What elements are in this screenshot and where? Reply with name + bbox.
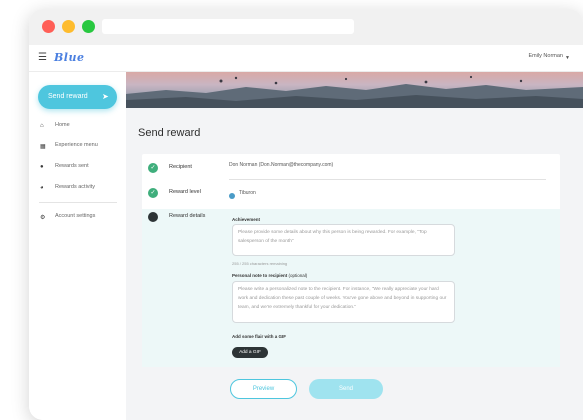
hamburger-menu-icon[interactable]: ☰ bbox=[38, 52, 47, 63]
note-title: Personal note to recipient (optional) bbox=[232, 273, 307, 278]
sidebar-item-rewards-sent[interactable]: ● Rewards sent bbox=[29, 162, 126, 176]
sidebar-item-label: Experience menu bbox=[55, 142, 98, 148]
current-step-icon bbox=[148, 212, 158, 222]
gif-section-title: Add some flair with a GIF bbox=[232, 334, 287, 339]
character-count: 255 / 255 characters remaining bbox=[232, 261, 288, 266]
app-header: ☰ Blue Emily Norman ▼ bbox=[29, 45, 583, 72]
sidebar-item-label: Home bbox=[55, 122, 70, 128]
brand-logo[interactable]: Blue bbox=[54, 51, 84, 64]
app-window: ☰ Blue Emily Norman ▼ Send reward ➤ ⌂ Ho… bbox=[29, 9, 583, 420]
achievement-input[interactable]: Please provide some details about why th… bbox=[232, 224, 455, 256]
optional-tag: (optional) bbox=[288, 273, 308, 278]
preview-button[interactable]: Preview bbox=[230, 379, 297, 399]
activity-icon: ◕ bbox=[40, 185, 44, 191]
sidebar-divider bbox=[39, 202, 117, 203]
close-window-button[interactable] bbox=[42, 20, 55, 33]
note-title-text: Personal note to recipient bbox=[232, 273, 288, 278]
sidebar: Send reward ➤ ⌂ Home ▦ Experience menu ●… bbox=[29, 72, 126, 420]
browser-titlebar bbox=[29, 9, 583, 45]
step-label: Reward details bbox=[169, 213, 206, 219]
minimize-window-button[interactable] bbox=[62, 20, 75, 33]
row-divider bbox=[229, 179, 546, 180]
sidebar-item-label: Rewards sent bbox=[55, 163, 89, 169]
page-title: Send reward bbox=[138, 127, 201, 139]
send-reward-label: Send reward bbox=[48, 93, 88, 100]
paper-plane-icon: ➤ bbox=[102, 92, 109, 101]
chevron-down-icon[interactable]: ▼ bbox=[565, 55, 570, 61]
checkmark-icon: ✓ bbox=[148, 188, 158, 198]
send-reward-button[interactable]: Send reward ➤ bbox=[38, 85, 117, 109]
sidebar-item-rewards-activity[interactable]: ◕ Rewards activity bbox=[29, 183, 126, 197]
personal-note-input[interactable]: Please write a personalized note to the … bbox=[232, 281, 455, 323]
step-value: Don Norman (Don.Norman@thecompany.com) bbox=[229, 162, 334, 168]
sidebar-item-home[interactable]: ⌂ Home bbox=[29, 121, 126, 135]
sidebar-item-experience-menu[interactable]: ▦ Experience menu bbox=[29, 141, 126, 155]
sidebar-item-label: Account settings bbox=[55, 213, 96, 219]
sidebar-item-account-settings[interactable]: ⚙ Account settings bbox=[29, 212, 126, 226]
step-value: Tiburon bbox=[239, 190, 256, 196]
send-button[interactable]: Send bbox=[309, 379, 383, 399]
sidebar-item-label: Rewards activity bbox=[55, 184, 96, 190]
grid-icon: ▦ bbox=[40, 144, 46, 150]
tier-badge-icon bbox=[229, 193, 235, 199]
gear-icon: ⚙ bbox=[40, 215, 46, 221]
step-label: Reward level bbox=[169, 189, 201, 195]
checkmark-icon: ✓ bbox=[148, 163, 158, 173]
user-name[interactable]: Emily Norman bbox=[528, 53, 563, 59]
step-label: Recipient bbox=[169, 164, 192, 170]
main-content: Send reward ✓ Recipient Don Norman (Don.… bbox=[126, 72, 583, 420]
add-gif-button[interactable]: Add a GIF bbox=[232, 347, 268, 358]
landscape-banner-image bbox=[126, 72, 583, 108]
achievement-title: Achievement bbox=[232, 217, 261, 222]
address-bar[interactable] bbox=[102, 19, 354, 34]
maximize-window-button[interactable] bbox=[82, 20, 95, 33]
check-icon: ● bbox=[40, 164, 44, 170]
reward-form-card: ✓ Recipient Don Norman (Don.Norman@theco… bbox=[142, 154, 560, 367]
home-icon: ⌂ bbox=[40, 123, 44, 129]
